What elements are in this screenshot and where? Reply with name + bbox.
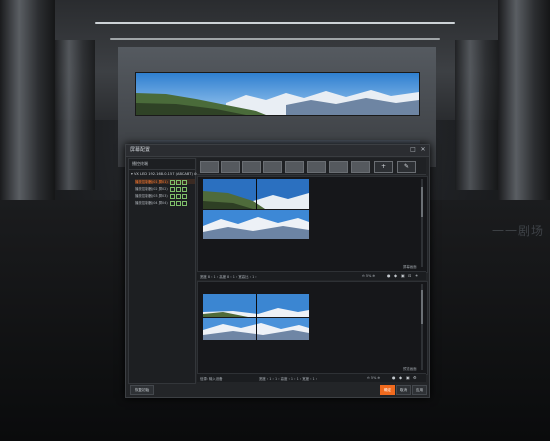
device-row[interactable]: 播放控制器(02 屏02): [135, 186, 195, 192]
screen-canvas-panel: 屏幕画面: [197, 176, 428, 273]
pillar-right: [498, 0, 550, 200]
apply-button[interactable]: 应用: [412, 385, 427, 395]
device-tree-panel: 播控终端 ▾ VX LED 192.168.0.157 (ABCABT) ⊘ 播…: [128, 158, 197, 384]
screen-config-dialog: 屏幕配置 □ ✕ 播控终端 ▾ VX LED 192.168.0.157 (AB…: [125, 144, 430, 398]
layout-icon[interactable]: ▣: [401, 273, 405, 278]
ceiling-light: [95, 22, 455, 24]
link-icon[interactable]: ⚭: [415, 273, 418, 278]
source-selector[interactable]: 信源: 输入设备: [200, 376, 223, 381]
plus-icon: +: [380, 163, 387, 170]
pillar-left-inner: [55, 40, 95, 190]
lock-icon[interactable]: [175, 179, 181, 185]
pillar-left: [0, 0, 55, 200]
device-label: 播放控制器(01 屏01): [135, 180, 168, 184]
device-label: 播放控制器(02 屏02): [135, 187, 168, 191]
ceiling-light: [110, 38, 440, 40]
dialog-title: 屏幕配置: [130, 147, 151, 153]
settings-icon[interactable]: [181, 193, 187, 199]
maximize-button[interactable]: □: [409, 146, 417, 154]
layout-template-button[interactable]: [221, 161, 240, 173]
tree-root-node[interactable]: ▾ VX LED 192.168.0.157 (ABCABT) ⊘: [131, 172, 197, 176]
layout-template-button[interactable]: [285, 161, 304, 173]
monitor-icon[interactable]: [169, 186, 175, 192]
led-wall-display: [135, 72, 420, 116]
landscape-thumbnail: [203, 210, 309, 239]
preview-panel: 预览画面: [197, 281, 428, 375]
size-controls[interactable]: 宽度 8 ‹ 1 › 高度 8 ‹ 1 › 宽高比 ‹ 1 ›: [200, 274, 257, 279]
layout-template-button[interactable]: [351, 161, 370, 173]
layout-template-button[interactable]: [263, 161, 282, 173]
monitor-icon[interactable]: [169, 179, 175, 185]
reset-button[interactable]: 恢复初始: [130, 385, 154, 395]
scrollbar-thumb[interactable]: [421, 187, 423, 217]
panel-label: 预览画面: [403, 367, 417, 371]
vertical-scrollbar[interactable]: [421, 284, 423, 370]
device-panel-title: 播控终端: [132, 161, 148, 166]
edit-layout-button[interactable]: ✎: [397, 161, 416, 173]
settings-icon[interactable]: [181, 186, 187, 192]
mountain-landscape-image: [136, 73, 419, 115]
vertical-scrollbar[interactable]: [421, 179, 423, 267]
lock-icon[interactable]: [175, 200, 181, 206]
lock-icon[interactable]: [175, 193, 181, 199]
device-label: 播放控制器(03 屏03): [135, 194, 168, 198]
scrollbar-thumb[interactable]: [421, 290, 423, 324]
layout-template-button[interactable]: [200, 161, 219, 173]
close-button[interactable]: ✕: [419, 146, 427, 154]
screen-canvas-bottom-row[interactable]: [203, 210, 309, 239]
background-watermark-text: 一一剧场: [491, 224, 544, 238]
size-controls[interactable]: 宽度 ‹ 1 › 1 › 高度 ‹ 1 › 1 › 宽度 ‹ 1 ›: [259, 376, 317, 381]
workspace: + ✎ 屏幕画面 宽度 8 ‹ 1 › 高度 8 ‹ 1 › 宽高比 ‹ 1 ›…: [197, 158, 428, 382]
ok-button[interactable]: 确定: [380, 385, 395, 395]
device-label: 播放控制器(04 屏04): [135, 201, 168, 205]
monitor-icon[interactable]: [169, 193, 175, 199]
settings-icon[interactable]: ⚙: [413, 375, 417, 380]
circle-icon[interactable]: ●: [387, 273, 391, 278]
settings-icon[interactable]: [181, 179, 187, 185]
layout-template-button[interactable]: [307, 161, 326, 173]
layout-template-bar: + ✎: [197, 158, 426, 175]
dialog-titlebar: 屏幕配置 □ ✕: [126, 145, 429, 157]
pillar-right-inner: [455, 40, 498, 190]
zoom-control[interactable]: ⊖ 5% ⊕: [367, 376, 380, 380]
cancel-button[interactable]: 取消: [396, 385, 411, 395]
device-row[interactable]: 播放控制器(04 屏04): [135, 200, 195, 206]
monitor-icon[interactable]: [169, 200, 175, 206]
add-layout-button[interactable]: +: [374, 161, 393, 173]
pencil-icon: ✎: [403, 163, 410, 170]
preview-controls: 信源: 输入设备 宽度 ‹ 1 › 1 › 高度 ‹ 1 › 1 › 宽度 ‹ …: [197, 373, 426, 382]
screen-canvas-controls: 宽度 8 ‹ 1 › 高度 8 ‹ 1 › 宽高比 ‹ 1 › ⊖ 5% ⊕ ●…: [197, 271, 426, 280]
split-divider: [256, 294, 257, 340]
panel-label: 屏幕画面: [403, 265, 417, 269]
fill-icon[interactable]: ◆: [399, 375, 402, 380]
layout-template-button[interactable]: [242, 161, 261, 173]
zoom-control[interactable]: ⊖ 5% ⊕: [362, 274, 375, 278]
device-row[interactable]: 播放控制器(01 屏01): [135, 179, 195, 185]
fill-icon[interactable]: ◆: [394, 273, 397, 278]
circle-icon[interactable]: ●: [392, 375, 396, 380]
device-row[interactable]: 播放控制器(03 屏03): [135, 193, 195, 199]
lock-icon[interactable]: [175, 186, 181, 192]
settings-icon[interactable]: [181, 200, 187, 206]
layout-template-button[interactable]: [329, 161, 348, 173]
divider: [129, 169, 195, 170]
layout-icon[interactable]: ▣: [406, 375, 410, 380]
crop-icon[interactable]: ⊡: [408, 273, 411, 278]
